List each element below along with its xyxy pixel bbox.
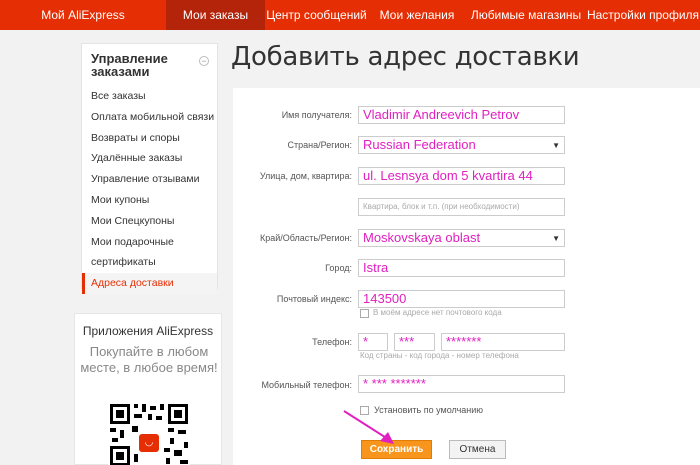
collapse-icon[interactable]: − [199,56,209,66]
sidebar-item-all-orders[interactable]: Все заказы [82,86,217,107]
country-select[interactable]: Russian Federation ▼ [358,136,565,154]
sidebar-item-gift-certificates[interactable]: Мои подарочные [82,232,217,253]
apartment-input[interactable]: Квартира, блок и т.п. (при необходимости… [358,198,565,216]
top-navigation: Мой AliExpress Мои заказы Центр сообщени… [0,0,700,30]
cancel-button[interactable]: Отмена [449,440,506,459]
mobile-input[interactable]: * *** ******* [358,375,565,393]
sidebar-item-shipping-addresses[interactable]: Адреса доставки [82,273,217,294]
nav-profile-settings[interactable]: Настройки профиля [586,0,700,30]
phone-number-input[interactable]: ******* [441,333,565,351]
sidebar-item-manage-reviews[interactable]: Управление отзывами [82,169,217,190]
nav-my-orders[interactable]: Мои заказы [166,0,265,30]
app-promo: Приложения AliExpress Покупайте в любом … [74,313,222,465]
sidebar-item-returns-disputes[interactable]: Возвраты и споры [82,128,217,149]
street-label: Улица, дом, квартира: [259,171,352,181]
mobile-label: Мобильный телефон: [261,380,352,390]
chevron-down-icon: ▼ [552,234,560,243]
aliexpress-logo-icon: ◡ [139,434,159,452]
promo-text: Покупайте в любом месте, в любое время! [80,344,218,375]
sidebar-item-deleted-orders[interactable]: Удалённые заказы [82,148,217,169]
no-zip-label: В моём адресе нет почтового кода [373,308,502,317]
region-value: Moskovskaya oblast [363,230,481,245]
city-input[interactable]: Istra [358,259,565,277]
sidebar-title: Управление заказами [91,51,168,79]
recipient-input[interactable]: Vladimir Andreevich Petrov [358,106,565,124]
sidebar-item-mobile-payment[interactable]: Оплата мобильной связи [82,107,217,128]
zip-input[interactable]: 143500 [358,290,565,308]
qr-code-icon: ◡ [108,402,190,465]
phone-label: Телефон: [312,337,352,347]
chevron-down-icon: ▼ [552,141,560,150]
country-label: Страна/Регион: [287,140,352,150]
sidebar-item-my-coupons[interactable]: Мои купоны [82,190,217,211]
no-zip-checkbox[interactable] [360,309,369,318]
sidebar-item-gift-certificates-line2[interactable]: сертификаты [82,252,217,273]
region-label: Край/Область/Регион: [260,233,352,243]
promo-title: Приложения AliExpress [82,324,214,338]
phone-country-code-input[interactable]: * [358,333,388,351]
nav-my-aliexpress[interactable]: Мой AliExpress [0,0,166,30]
phone-city-code-input[interactable]: *** [394,333,435,351]
order-management-sidebar: Управление заказами − Все заказы Оплата … [81,43,218,294]
nav-message-center[interactable]: Центр сообщений [265,0,368,30]
annotation-arrow-icon [343,410,394,444]
page-title: Добавить адрес доставки [231,42,580,72]
nav-favorite-stores[interactable]: Любимые магазины [466,0,586,30]
nav-wishlist[interactable]: Мои желания [368,0,466,30]
country-value: Russian Federation [363,137,476,152]
recipient-label: Имя получателя: [281,110,352,120]
sidebar-menu: Все заказы Оплата мобильной связи Возвра… [82,86,217,294]
city-label: Город: [325,263,352,273]
zip-label: Почтовый индекс: [276,294,352,304]
sidebar-item-my-special-coupons[interactable]: Мои Спецкупоны [82,211,217,232]
street-input[interactable]: ul. Lesnsya dom 5 kvartira 44 [358,167,565,185]
phone-hint: Код страны - код города - номер телефона [360,351,519,360]
region-select[interactable]: Moskovskaya oblast ▼ [358,229,565,247]
